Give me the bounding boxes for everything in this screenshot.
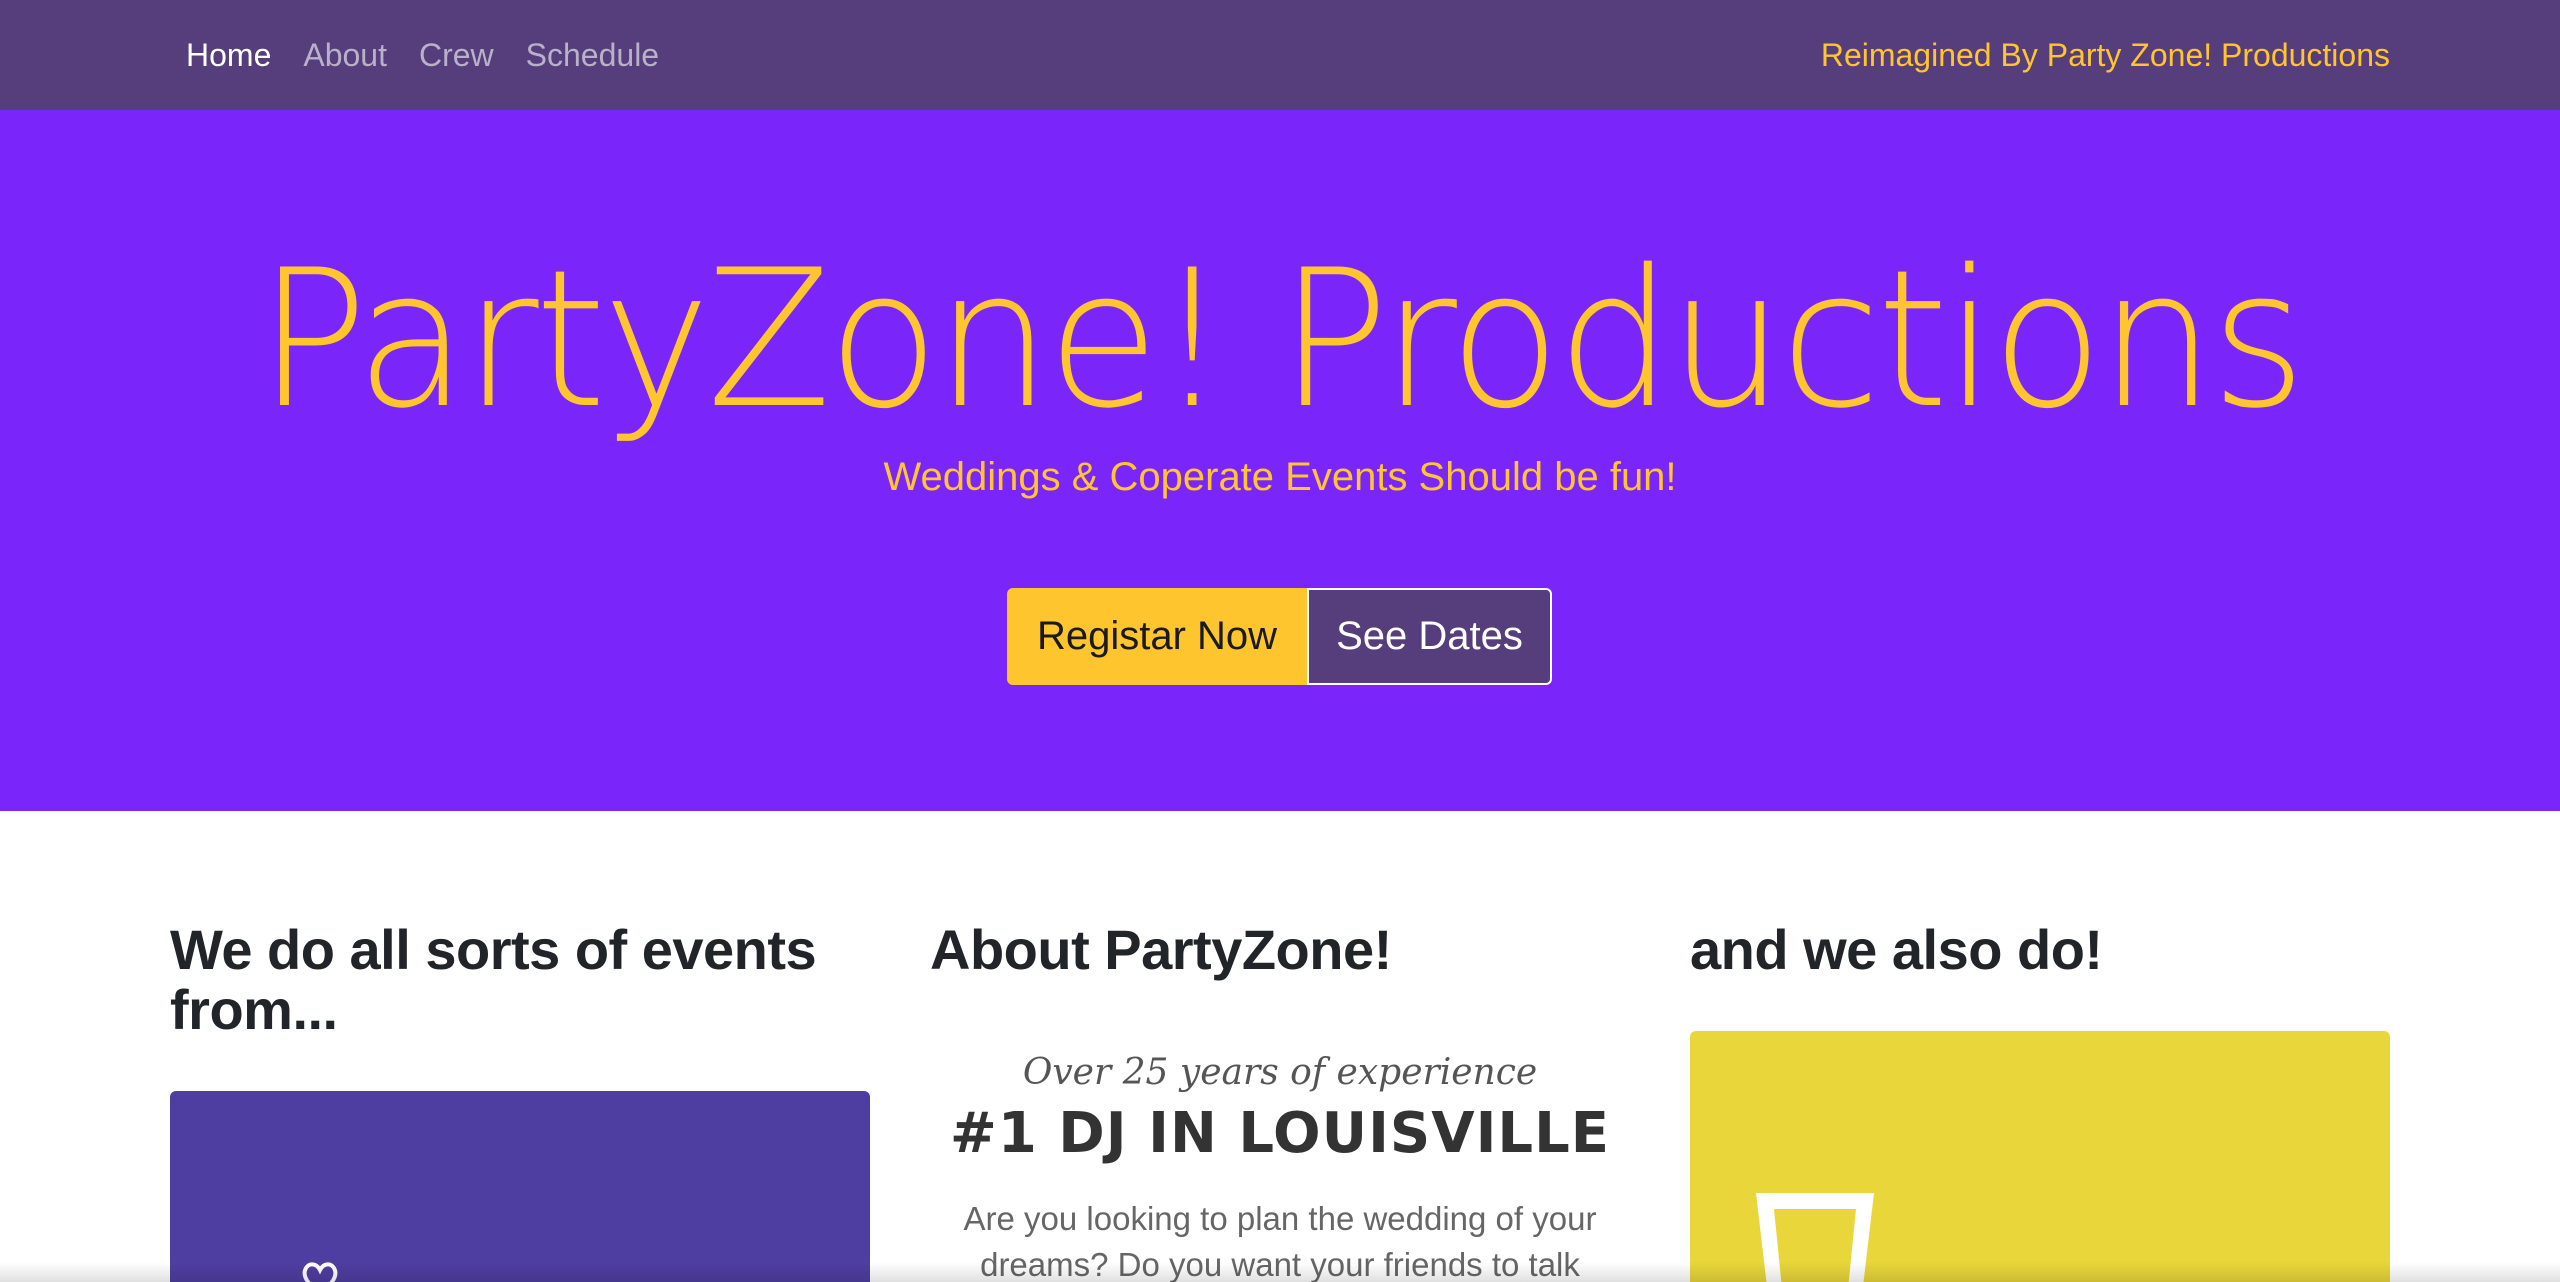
nav-crew-link[interactable]: Crew [419,37,494,74]
nav-links: Home About Crew Schedule [186,0,659,110]
hero-subtitle: Weddings & Coperate Events Should be fun… [883,455,1677,499]
nav-schedule-link[interactable]: Schedule [526,37,659,74]
about-headline: #1 DJ IN LOUISVILLE [949,1101,1611,1166]
events-column: We do all sorts of events from... [170,920,870,1040]
top-navbar: Home About Crew Schedule Reimagined By P… [0,0,2560,110]
about-heading: About PartyZone! [930,918,1392,981]
nav-home-link[interactable]: Home [186,37,271,74]
nav-about-link[interactable]: About [303,37,387,74]
about-kicker: Over 25 years of experience [1022,1052,1538,1093]
events-heading: We do all sorts of events from... [170,918,817,1041]
hero-title: PartyZone! Productions [257,229,2306,450]
events-card[interactable] [170,1091,870,1282]
about-column: About PartyZone! [930,920,1630,980]
also-column: and we also do! [1690,920,2390,980]
also-heading: and we also do! [1690,918,2103,981]
about-block: Over 25 years of experience #1 DJ IN LOU… [930,1052,1630,1282]
also-card[interactable] [1690,1031,2390,1282]
bottom-shadow [0,1262,2560,1282]
register-now-button[interactable]: Registar Now [1007,588,1307,685]
hero-section: PartyZone! Productions Weddings & Copera… [0,110,2560,811]
see-dates-button[interactable]: See Dates [1307,588,1552,685]
nav-brand-link[interactable]: Reimagined By Party Zone! Productions [1821,0,2390,110]
hero-button-group: Registar Now See Dates [1007,588,1552,685]
